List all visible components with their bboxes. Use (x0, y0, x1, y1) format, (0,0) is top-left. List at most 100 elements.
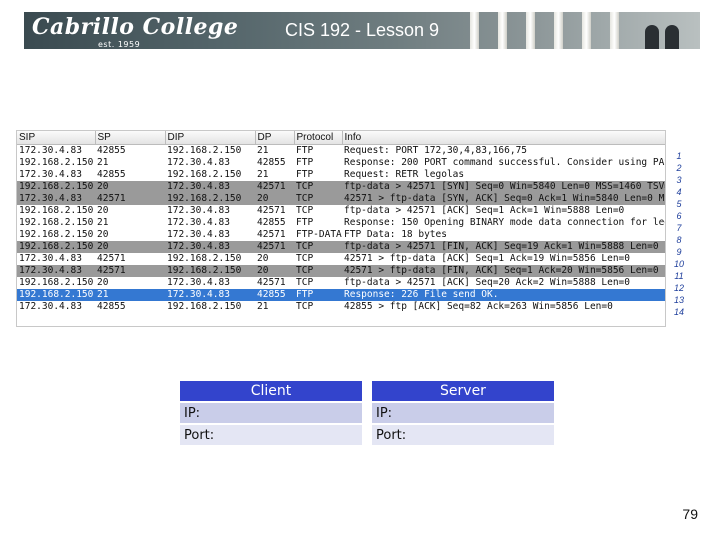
packet-cell-sp: 20 (95, 241, 165, 253)
packet-cell-sp: 21 (95, 289, 165, 301)
packet-cell-sip: 172.30.4.83 (17, 265, 95, 277)
packet-cell-dp: 21 (255, 169, 294, 181)
packet-cell-sp: 21 (95, 217, 165, 229)
column-header-protocol[interactable]: Protocol (294, 131, 343, 145)
packet-row[interactable]: 192.168.2.150 21 172.30.4.83 42855 FTP Respon… (17, 217, 665, 229)
packet-cell-sip: 172.30.4.83 (17, 193, 95, 205)
packet-cell-dip: 172.30.4.83 (165, 157, 255, 169)
server-header: Server (372, 381, 554, 401)
packet-row[interactable]: 172.30.4.83 42855 192.168.2.150 21 FTP Reques… (17, 169, 665, 181)
packet-cell-info: Request: RETR legolas (342, 169, 665, 181)
packet-cell-protocol: FTP (294, 289, 342, 301)
packet-cell-dp: 42571 (255, 241, 294, 253)
client-ip-field: IP: (180, 403, 362, 423)
line-number: 8 (676, 235, 682, 245)
packet-cell-info: 42855 > ftp [ACK] Seq=82 Ack=263 Win=585… (342, 301, 665, 313)
packet-cell-dp: 42855 (255, 217, 294, 229)
packet-cell-dip: 192.168.2.150 (165, 169, 255, 181)
line-numbers: 1 2 3 4 5 6 7 8 9 10 11 12 13 14 (668, 150, 690, 318)
packet-cell-info: Response: 226 File send OK. (342, 289, 665, 301)
packet-cell-sp: 42571 (95, 265, 165, 277)
header-banner: Cabrillo College est. 1959 CIS 192 - Les… (24, 12, 700, 49)
packet-cell-dp: 21 (255, 301, 294, 313)
line-number: 5 (676, 199, 682, 209)
packet-cell-sip: 192.168.2.150 (17, 205, 95, 217)
client-server-table: Client Server IP: IP: Port: Port: (170, 379, 564, 447)
server-port-field: Port: (372, 425, 554, 445)
packet-cell-dp: 42571 (255, 277, 294, 289)
column-header-info[interactable]: Info (342, 131, 665, 145)
line-number: 2 (676, 163, 682, 173)
packet-cell-info: ftp-data > 42571 [ACK] Seq=20 Ack=2 Win=… (342, 277, 665, 289)
packet-row[interactable]: 172.30.4.83 42571 192.168.2.150 20 TCP 42571 … (17, 265, 665, 277)
packet-cell-sip: 192.168.2.150 (17, 289, 95, 301)
packet-cell-sip: 172.30.4.83 (17, 253, 95, 265)
client-header: Client (180, 381, 362, 401)
line-number: 3 (676, 175, 682, 185)
line-number: 11 (674, 271, 684, 281)
packet-cell-sip: 192.168.2.150 (17, 157, 95, 169)
packet-cell-info: Response: 150 Opening BINARY mode data c… (342, 217, 665, 229)
packet-list-table: SIP SP DIP DP Protocol Info 172.30.4.83 4… (16, 130, 666, 327)
packet-cell-dip: 192.168.2.150 (165, 193, 255, 205)
packet-cell-protocol: TCP (294, 241, 342, 253)
packet-cell-dip: 192.168.2.150 (165, 265, 255, 277)
packet-row[interactable]: 192.168.2.150 20 172.30.4.83 42571 TCP ftp-da… (17, 277, 665, 289)
packet-cell-sip: 172.30.4.83 (17, 301, 95, 313)
packet-cell-protocol: FTP (294, 217, 342, 229)
packet-row[interactable]: 192.168.2.150 20 172.30.4.83 42571 TCP ftp-da… (17, 205, 665, 217)
packet-cell-protocol: FTP (294, 157, 342, 169)
column-header-sip[interactable]: SIP (17, 131, 96, 145)
packet-cell-info: FTP Data: 18 bytes (342, 229, 665, 241)
campus-photo (450, 12, 700, 49)
packet-cell-sip: 192.168.2.150 (17, 277, 95, 289)
packet-cell-sip: 192.168.2.150 (17, 229, 95, 241)
packet-cell-sp: 20 (95, 205, 165, 217)
packet-cell-dp: 42855 (255, 289, 294, 301)
line-number: 14 (673, 307, 684, 317)
packet-cell-info: ftp-data > 42571 [FIN, ACK] Seq=19 Ack=1… (342, 241, 665, 253)
packet-row[interactable]: 192.168.2.150 20 172.30.4.83 42571 TCP ftp-da… (17, 181, 665, 193)
packet-cell-dp: 20 (255, 265, 294, 277)
packet-cell-dip: 192.168.2.150 (165, 253, 255, 265)
packet-cell-dip: 172.30.4.83 (165, 229, 255, 241)
packet-cell-dip: 172.30.4.83 (165, 217, 255, 229)
packet-row[interactable]: 192.168.2.150 21 172.30.4.83 42855 FTP Respon… (17, 289, 665, 301)
packet-cell-dp: 20 (255, 253, 294, 265)
column-header-sp[interactable]: SP (95, 131, 166, 145)
packet-cell-sp: 42571 (95, 193, 165, 205)
packet-cell-sip: 192.168.2.150 (17, 241, 95, 253)
packet-row[interactable]: 172.30.4.83 42571 192.168.2.150 20 TCP 42571 … (17, 253, 665, 265)
packet-cell-protocol: TCP (294, 181, 342, 193)
packet-cell-info: Request: PORT 172,30,4,83,166,75 (342, 144, 665, 157)
packet-cell-dp: 42571 (255, 205, 294, 217)
packet-cell-sp: 42855 (95, 301, 165, 313)
packet-cell-dip: 172.30.4.83 (165, 277, 255, 289)
packet-cell-protocol: FTP (294, 144, 342, 157)
packet-cell-dp: 42571 (255, 229, 294, 241)
packet-row[interactable]: 172.30.4.83 42855 192.168.2.150 21 FTP Reques… (17, 144, 665, 157)
packet-cell-protocol: TCP (294, 265, 342, 277)
packet-cell-sp: 42855 (95, 144, 165, 157)
packet-cell-dp: 42855 (255, 157, 294, 169)
client-port-field: Port: (180, 425, 362, 445)
column-header-dip[interactable]: DIP (165, 131, 256, 145)
packet-cell-sp: 21 (95, 157, 165, 169)
column-header-dp[interactable]: DP (255, 131, 295, 145)
page-number: 79 (682, 506, 698, 522)
line-number: 7 (676, 223, 682, 233)
packet-row[interactable]: 192.168.2.150 20 172.30.4.83 42571 FTP-DATA F… (17, 229, 665, 241)
line-number: 12 (673, 283, 684, 293)
packet-cell-protocol: FTP-DATA (294, 229, 342, 241)
packet-row[interactable]: 192.168.2.150 21 172.30.4.83 42855 FTP Respon… (17, 157, 665, 169)
packet-cell-sp: 20 (95, 181, 165, 193)
packet-cell-dip: 172.30.4.83 (165, 205, 255, 217)
packet-row[interactable]: 172.30.4.83 42571 192.168.2.150 20 TCP 42571 … (17, 193, 665, 205)
packet-cell-dip: 172.30.4.83 (165, 181, 255, 193)
packet-row[interactable]: 192.168.2.150 20 172.30.4.83 42571 TCP ftp-da… (17, 241, 665, 253)
packet-cell-dip: 192.168.2.150 (165, 301, 255, 313)
packet-row[interactable]: 172.30.4.83 42855 192.168.2.150 21 TCP 42855 … (17, 301, 665, 313)
line-number: 6 (676, 211, 682, 221)
packet-cell-sp: 42855 (95, 169, 165, 181)
packet-cell-protocol: TCP (294, 277, 342, 289)
